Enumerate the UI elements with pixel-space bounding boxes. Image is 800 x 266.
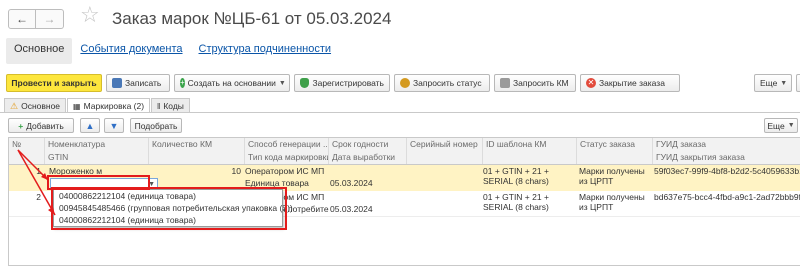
cell-production-date[interactable]: 05.03.2024 (330, 178, 406, 189)
col-header-nomenclature[interactable]: Номенклатура (45, 138, 149, 151)
chevron-down-icon: ▼ (780, 79, 788, 87)
pick-label: Подобрать (134, 120, 178, 131)
favorite-star-icon[interactable]: ☆ (80, 4, 100, 26)
table-header-bottom: GTIN Тип кода маркировки Дата выработки … (9, 151, 800, 164)
warning-icon: ⚠ (10, 100, 19, 111)
chevron-down-icon: ▼ (787, 122, 795, 129)
tabs-divider (0, 112, 800, 113)
save-label: Записать (125, 78, 162, 88)
col-header-qty-km[interactable]: Количество КМ (149, 138, 245, 151)
close-order-button[interactable]: ✕ Закрытие заказа (580, 74, 680, 92)
plus-icon: + (180, 78, 185, 88)
document-tabs: ⚠ Основное ▦ Маркировка (2) ‖ Коды (4, 98, 191, 113)
cell-order-guid[interactable]: 59f03ec7-99f9-4bf8-b2d2-5c4059633b15 (654, 166, 800, 177)
cell-production-date[interactable]: 05.03.2024 (330, 204, 406, 215)
register-button[interactable]: Зарегистрировать (294, 74, 390, 92)
request-km-label: Запросить КМ (513, 78, 569, 88)
request-status-button[interactable]: Запросить статус (394, 74, 490, 92)
tab-codes-label: Коды (163, 101, 184, 111)
help-button[interactable] (796, 74, 800, 92)
save-disk-icon (112, 78, 122, 88)
post-and-close-button[interactable]: Провести и закрыть (6, 74, 102, 92)
col-header-serial[interactable]: Серийный номер (407, 138, 483, 151)
col-header-close-guid[interactable]: ГУИД закрытия заказа (653, 151, 800, 164)
col-header-template-id[interactable]: ID шаблона КМ (483, 138, 577, 151)
cell-order-guid[interactable]: bd637e75-bcc4-4fbd-a9c1-2ad72bbb9fb2 (654, 192, 800, 203)
cell-order-status[interactable]: Марки получены из ЦРПТ (579, 166, 653, 188)
forward-button[interactable]: → (36, 9, 64, 29)
col-header-production-date[interactable]: Дата выработки (329, 151, 407, 164)
col-header-code-type[interactable]: Тип кода маркировки (245, 151, 329, 164)
request-status-label: Запросить статус (413, 78, 482, 88)
gear-icon (400, 78, 410, 88)
col-header-order-guid[interactable]: ГУИД заказа (653, 138, 800, 151)
col-header-spacer (9, 151, 45, 164)
tab-main[interactable]: ⚠ Основное (4, 98, 67, 113)
row-number: 1 (36, 166, 41, 176)
request-km-button[interactable]: Запросить КМ (494, 74, 576, 92)
arrow-left-icon: ← (16, 12, 28, 26)
col-header-spacer (483, 151, 577, 164)
col-header-expiry[interactable]: Срок годности (329, 138, 407, 151)
col-header-num[interactable]: № (9, 138, 45, 151)
save-button[interactable]: Записать (106, 74, 170, 92)
row-number: 2 (36, 192, 41, 202)
register-label: Зарегистрировать (312, 78, 384, 88)
col-header-spacer (149, 151, 245, 164)
more-label: Еще (760, 78, 778, 88)
annotation-highlight-dropdown (51, 187, 287, 230)
tab-codes[interactable]: ‖ Коды (151, 98, 190, 113)
table-header-top: № Номенклатура Количество КМ Способ гене… (9, 138, 800, 151)
pick-button[interactable]: Подобрать (130, 118, 182, 133)
col-header-spacer (407, 151, 483, 164)
col-header-generation-method[interactable]: Способ генерации ... (245, 138, 329, 151)
grid-more-button[interactable]: Еще ▼ (764, 118, 798, 133)
create-based-on-button[interactable]: + Создать на основании ▼ (174, 74, 290, 92)
add-row-button[interactable]: + Добавить (8, 118, 74, 133)
cancel-icon: ✕ (586, 78, 596, 88)
barcode-icon: ‖ (157, 101, 161, 111)
col-header-gtin[interactable]: GTIN (45, 151, 149, 164)
grid-more-label: Еще (767, 120, 785, 131)
qr-code-icon: ▦ (73, 101, 81, 111)
arrow-down-icon: ▼ (109, 120, 119, 131)
tab-marking-label: Маркировка (2) (83, 101, 145, 111)
document-icon (500, 78, 510, 88)
move-down-button[interactable]: ▼ (104, 118, 124, 133)
cell-template-id[interactable]: 01 + GTIN + 21 + SERIAL (8 chars) (483, 166, 575, 188)
cell-qty-km[interactable]: 10 (149, 166, 241, 177)
back-button[interactable]: ← (8, 9, 36, 29)
post-and-close-label: Провести и закрыть (11, 78, 97, 88)
section-links: Основное События документа Структура под… (6, 38, 339, 64)
arrow-up-icon: ▲ (85, 120, 95, 131)
tab-main-label: Основное (21, 101, 61, 111)
grid-toolbar: + Добавить ▲ ▼ Подобрать Еще ▼ (8, 118, 800, 134)
more-button[interactable]: Еще ▼ (754, 74, 792, 92)
cell-generation-method[interactable]: Оператором ИС МП (245, 166, 329, 177)
nav-arrows: ← → (8, 9, 64, 29)
arrow-right-icon: → (43, 12, 56, 26)
section-main[interactable]: Основное (6, 38, 73, 64)
tab-marking[interactable]: ▦ Маркировка (2) (67, 98, 151, 113)
col-header-spacer (577, 151, 653, 164)
cell-template-id[interactable]: 01 + GTIN + 21 + SERIAL (8 chars) (483, 192, 575, 214)
col-header-order-status[interactable]: Статус заказа (577, 138, 653, 151)
close-order-label: Закрытие заказа (599, 78, 665, 88)
section-subordination[interactable]: Структура подчиненности (191, 38, 340, 64)
shield-icon (300, 78, 310, 88)
cell-order-status[interactable]: Марки получены из ЦРПТ (579, 192, 653, 214)
section-document-events[interactable]: События документа (72, 38, 190, 64)
move-up-button[interactable]: ▲ (80, 118, 100, 133)
chevron-down-icon: ▼ (278, 79, 286, 87)
add-row-label: Добавить (26, 120, 64, 131)
create-based-on-label: Создать на основании (187, 78, 276, 88)
window-title: Заказ марок №ЦБ-61 от 05.03.2024 (112, 9, 392, 28)
plus-icon: + (18, 120, 24, 131)
command-bar: Провести и закрыть Записать + Создать на… (6, 74, 800, 92)
